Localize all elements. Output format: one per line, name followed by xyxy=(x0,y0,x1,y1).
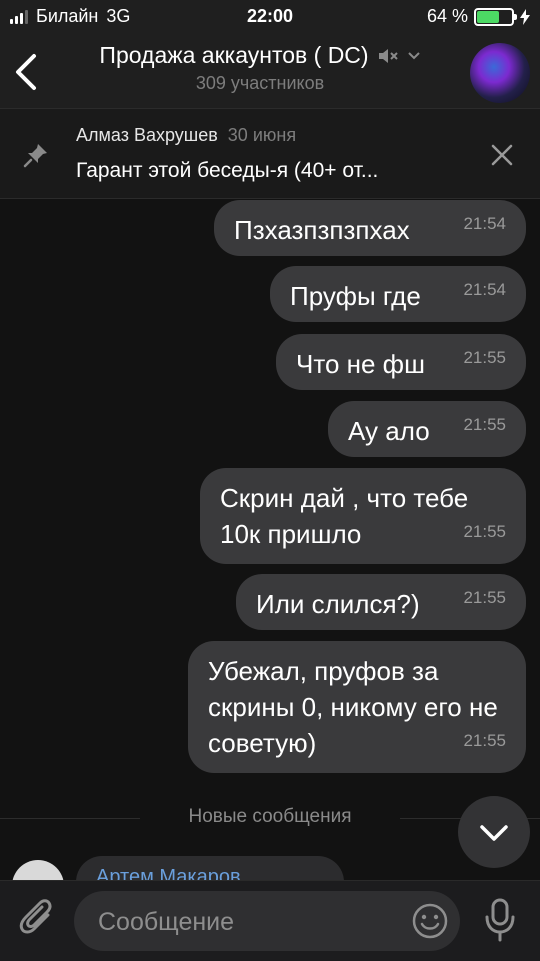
message-bubble[interactable]: Ау ало 21:55 xyxy=(328,401,526,457)
message-text: Пруфы где xyxy=(290,281,421,311)
message-list[interactable]: Пзхазпзпзпхах 21:54 Пруфы где 21:54 Что … xyxy=(0,198,540,880)
message-time: 21:54 xyxy=(463,214,506,233)
message-time: 21:55 xyxy=(463,415,506,434)
pin-icon xyxy=(23,144,47,168)
composer-bar xyxy=(0,880,540,961)
chat-title-area[interactable]: Продажа аккаунтов ( DC) 309 участников xyxy=(60,42,460,94)
pinned-date: 30 июня xyxy=(227,125,297,145)
avatar[interactable] xyxy=(12,860,64,880)
pinned-message[interactable]: Алмаз Вахрушев 30 июня Гарант этой беседы… xyxy=(0,109,540,199)
message-bubble[interactable]: Пзхазпзпзпхах 21:54 xyxy=(214,200,526,256)
chevron-down-icon xyxy=(407,51,420,59)
message-time: 21:55 xyxy=(463,731,506,750)
pinned-author-line: Алмаз Вахрушев 30 июня xyxy=(76,125,296,146)
back-button[interactable] xyxy=(10,52,44,92)
message-bubble[interactable]: Или слился?) 21:55 xyxy=(236,574,526,630)
message-bubble[interactable]: Что не фш 21:55 xyxy=(276,334,526,390)
message-time: 21:55 xyxy=(463,348,506,367)
charging-icon xyxy=(520,8,530,25)
microphone-icon[interactable] xyxy=(482,897,518,943)
message-bubble[interactable]: Скрин дай , что тебе 10к пришло 21:55 xyxy=(200,468,526,564)
scroll-to-bottom-button[interactable] xyxy=(458,796,530,868)
chevron-down-icon xyxy=(480,825,508,841)
message-time: 21:55 xyxy=(463,522,506,541)
participants-count: 309 участников xyxy=(195,73,325,93)
message-time: 21:55 xyxy=(463,588,506,607)
close-icon[interactable] xyxy=(490,143,514,167)
chat-title-row[interactable]: Продажа аккаунтов ( DC) xyxy=(99,42,420,69)
battery-icon xyxy=(474,7,517,26)
status-bar: Билайн 3G 22:00 64 % xyxy=(0,0,540,36)
chat-header: Продажа аккаунтов ( DC) 309 участников xyxy=(0,36,540,109)
incoming-message-bubble[interactable]: Артем Макаров xyxy=(76,856,344,880)
battery-fill xyxy=(477,10,499,23)
message-text: Что не фш xyxy=(296,349,425,379)
chat-title: Продажа аккаунтов ( DC) xyxy=(99,42,369,68)
message-time: 21:54 xyxy=(463,280,506,299)
message-bubble[interactable]: Пруфы где 21:54 xyxy=(270,266,526,322)
chat-avatar[interactable] xyxy=(470,43,530,103)
pinned-text: Гарант этой беседы-я (40+ от... xyxy=(76,159,379,182)
message-author[interactable]: Артем Макаров xyxy=(96,866,241,880)
battery-percent: 64 % xyxy=(426,6,468,26)
message-text: Пзхазпзпзпхах xyxy=(234,215,410,245)
message-text: Или слился?) xyxy=(256,589,420,619)
message-input-field[interactable] xyxy=(74,891,460,953)
message-text: Ау ало xyxy=(348,416,430,446)
message-input[interactable] xyxy=(96,891,400,953)
paperclip-icon[interactable] xyxy=(18,897,58,941)
status-right: 64 % xyxy=(427,6,530,27)
speaker-muted-icon xyxy=(378,48,398,63)
pinned-author: Алмаз Вахрушев xyxy=(76,125,218,145)
smiley-icon[interactable] xyxy=(410,901,450,941)
message-bubble[interactable]: Убежал, пруфов за скрины 0, никому его н… xyxy=(188,641,526,773)
